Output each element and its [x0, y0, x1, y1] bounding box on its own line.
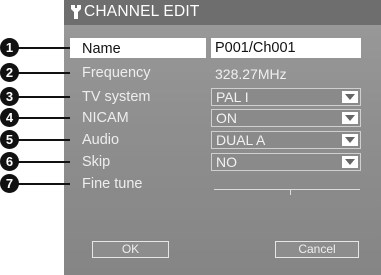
- cancel-button[interactable]: Cancel: [275, 241, 359, 258]
- ok-button[interactable]: OK: [92, 241, 169, 258]
- tv-system-label: TV system: [82, 89, 151, 105]
- audio-label: Audio: [82, 132, 120, 148]
- callout-leader: [18, 72, 70, 74]
- audio-select[interactable]: DUAL A: [211, 131, 361, 149]
- nicam-select[interactable]: ON: [211, 109, 361, 127]
- callout-leader: [18, 161, 70, 163]
- skip-value: NO: [216, 154, 237, 170]
- callout-leader: [18, 139, 70, 141]
- tv-system-value: PAL I: [216, 89, 249, 105]
- fine-tune-slider[interactable]: [214, 189, 360, 190]
- callout-badge-5: 5: [0, 130, 19, 149]
- tv-system-select[interactable]: PAL I: [211, 88, 361, 106]
- skip-label: Skip: [82, 154, 111, 170]
- fine-tune-label: Fine tune: [82, 176, 143, 192]
- name-label: Name: [82, 41, 121, 57]
- callout-badge-6: 6: [0, 152, 19, 171]
- callout-badge-7: 7: [0, 174, 19, 193]
- callout-leader: [18, 117, 70, 119]
- wrench-icon: [71, 5, 81, 19]
- skip-select[interactable]: NO: [211, 153, 361, 171]
- dialog-title: CHANNEL EDIT: [84, 3, 200, 20]
- callout-badge-4: 4: [0, 108, 19, 127]
- frequency-value: 328.27MHz: [215, 66, 287, 82]
- name-field[interactable]: P001/Ch001: [211, 38, 361, 58]
- fine-tune-slider-handle[interactable]: [290, 189, 291, 195]
- nicam-value: ON: [216, 110, 237, 126]
- callout-leader: [18, 47, 70, 49]
- callout-badge-1: 1: [0, 38, 19, 57]
- nicam-label: NICAM: [82, 110, 129, 126]
- callout-badge-3: 3: [0, 87, 19, 106]
- callout-leader: [18, 183, 70, 185]
- chevron-down-icon[interactable]: [342, 134, 358, 146]
- callout-leader: [18, 96, 70, 98]
- audio-value: DUAL A: [216, 132, 266, 148]
- callout-badge-2: 2: [0, 63, 19, 82]
- chevron-down-icon[interactable]: [342, 91, 358, 103]
- chevron-down-icon[interactable]: [342, 112, 358, 124]
- chevron-down-icon[interactable]: [342, 156, 358, 168]
- frequency-label: Frequency: [82, 65, 151, 81]
